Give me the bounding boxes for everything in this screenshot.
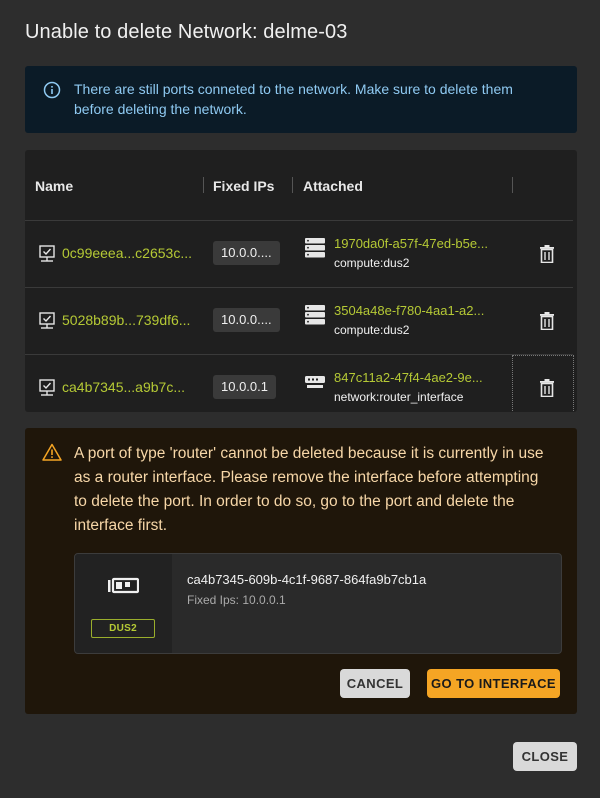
- close-button[interactable]: CLOSE: [513, 742, 577, 771]
- attached-owner: network:router_interface: [334, 390, 464, 404]
- server-icon: [305, 238, 325, 258]
- column-divider[interactable]: [203, 177, 204, 193]
- trash-icon[interactable]: [539, 312, 555, 330]
- warning-alert: A port of type 'router' cannot be delete…: [25, 428, 577, 714]
- port-icon: [39, 245, 55, 262]
- fixed-ip-chip: 10.0.0....: [213, 308, 280, 332]
- cancel-button[interactable]: CANCEL: [340, 669, 410, 698]
- fixed-ip-chip: 10.0.0....: [213, 241, 280, 265]
- table-row: ca4b7345...a9b7c... 10.0.0.1 847c11a2-47…: [25, 354, 574, 412]
- server-icon: [305, 305, 325, 325]
- port-name-link[interactable]: 5028b89b...739df6...: [62, 312, 190, 328]
- region-badge: DUS2: [91, 619, 155, 638]
- attached-device-link[interactable]: 1970da0f-a57f-47ed-b5e...: [334, 236, 488, 251]
- attached-device-link[interactable]: 847c11a2-47f4-4ae2-9e...: [334, 370, 483, 385]
- column-divider[interactable]: [512, 177, 513, 193]
- port-icon: [39, 312, 55, 329]
- column-header-attached[interactable]: Attached: [303, 178, 363, 194]
- info-alert: There are still ports conneted to the ne…: [25, 66, 577, 133]
- attached-device-link[interactable]: 3504a48e-f780-4aa1-a2...: [334, 303, 484, 318]
- info-message: There are still ports conneted to the ne…: [74, 81, 513, 117]
- go-to-interface-button[interactable]: GO TO INTERFACE: [427, 669, 560, 698]
- warning-icon: [42, 443, 62, 461]
- port-name-link[interactable]: 0c99eeea...c2653c...: [62, 245, 192, 261]
- trash-icon[interactable]: [539, 245, 555, 263]
- port-fixed-ips: Fixed Ips: 10.0.0.1: [187, 593, 286, 607]
- column-header-fixed-ips[interactable]: Fixed IPs: [213, 178, 274, 194]
- table-row: 5028b89b...739df6... 10.0.0.... 3504a48e…: [25, 287, 573, 353]
- port-card-media: DUS2: [75, 554, 172, 653]
- router-port-icon: [108, 577, 139, 594]
- column-header-name[interactable]: Name: [35, 178, 73, 194]
- table-header: Name Fixed IPs Attached: [25, 150, 577, 220]
- fixed-ip-chip: 10.0.0.1: [213, 375, 276, 399]
- port-card[interactable]: DUS2 ca4b7345-609b-4c1f-9687-864fa9b7cb1…: [74, 553, 562, 654]
- ports-table: Name Fixed IPs Attached 0c99eeea...c2653…: [25, 150, 577, 412]
- port-id: ca4b7345-609b-4c1f-9687-864fa9b7cb1a: [187, 572, 427, 587]
- dialog-title: Unable to delete Network: delme-03: [25, 21, 348, 43]
- info-icon: [43, 81, 61, 99]
- column-divider[interactable]: [292, 177, 293, 193]
- warning-message: A port of type 'router' cannot be delete…: [74, 445, 544, 534]
- trash-icon[interactable]: [539, 379, 555, 397]
- attached-owner: compute:dus2: [334, 256, 410, 270]
- port-icon: [39, 379, 55, 396]
- attached-owner: compute:dus2: [334, 323, 410, 337]
- port-name-link[interactable]: ca4b7345...a9b7c...: [62, 379, 185, 395]
- router-icon: [305, 376, 325, 388]
- table-row: 0c99eeea...c2653c... 10.0.0.... 1970da0f…: [25, 220, 573, 286]
